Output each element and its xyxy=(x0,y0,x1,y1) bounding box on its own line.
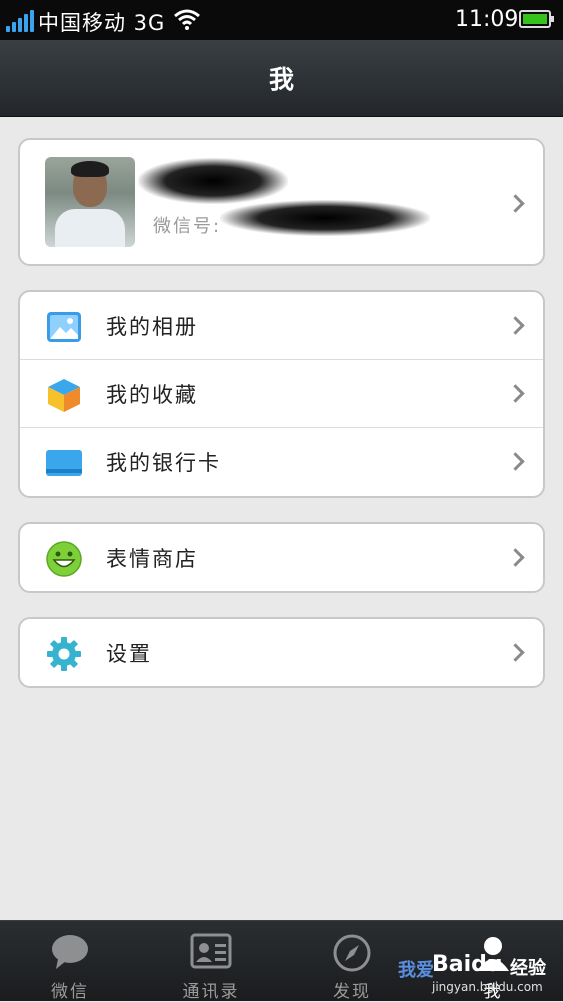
favorites-cube-icon xyxy=(48,379,80,412)
signal-strength-icon xyxy=(6,10,34,32)
menu-item-label: 我的银行卡 xyxy=(106,451,221,475)
smiley-icon xyxy=(46,541,82,577)
carrier-label: 中国移动 3G xyxy=(38,11,166,35)
menu-item-label: 表情商店 xyxy=(106,547,198,571)
menu-item-label: 我的相册 xyxy=(106,315,198,339)
chevron-right-icon xyxy=(509,197,523,211)
menu-item-album[interactable]: 我的相册 xyxy=(20,292,543,360)
title-bar: 我 xyxy=(0,40,563,117)
redacted-wechat-id xyxy=(220,200,430,236)
status-bar: 中国移动 3G 11:09 xyxy=(0,0,563,40)
chevron-right-icon xyxy=(509,455,523,469)
menu-group-sticker: 表情商店 xyxy=(18,522,545,593)
gear-icon xyxy=(47,637,81,671)
wifi-icon xyxy=(174,9,200,30)
chevron-right-icon xyxy=(509,387,523,401)
menu-item-sticker-store[interactable]: 表情商店 xyxy=(20,524,543,591)
tab-label: 微信 xyxy=(51,982,89,1002)
chevron-right-icon xyxy=(509,646,523,660)
watermark-suffix: 经验 xyxy=(510,958,546,979)
watermark-url: jingyan.baidu.com xyxy=(432,980,543,994)
tab-label: 通讯录 xyxy=(182,982,240,1002)
compass-icon xyxy=(333,934,371,972)
tab-contacts[interactable]: 通讯录 xyxy=(141,921,281,1002)
tab-chats[interactable]: 微信 xyxy=(0,921,140,1002)
bank-card-icon xyxy=(46,450,82,476)
menu-group-settings: 设置 xyxy=(18,617,545,688)
page-title: 我 xyxy=(268,65,294,94)
watermark-prefix: 我爱 xyxy=(398,960,434,981)
menu-item-label: 我的收藏 xyxy=(106,383,198,407)
menu-group-personal: 我的相册 我的收藏 我的银行卡 xyxy=(18,290,545,498)
avatar xyxy=(45,157,135,247)
chat-bubble-icon xyxy=(52,935,88,969)
menu-item-settings[interactable]: 设置 xyxy=(20,619,543,686)
menu-item-bank-card[interactable]: 我的银行卡 xyxy=(20,428,543,496)
wechat-id-label: 微信号: xyxy=(153,216,222,237)
contacts-card-icon xyxy=(190,933,232,969)
redacted-nickname xyxy=(138,158,288,204)
watermark-brand: Baidu xyxy=(432,952,503,977)
menu-item-label: 设置 xyxy=(106,642,152,666)
chevron-right-icon xyxy=(509,551,523,565)
baidu-jingyan-watermark: 我爱 Baidu 经验 jingyan.baidu.com xyxy=(398,930,563,1000)
battery-icon xyxy=(519,10,554,28)
profile-card[interactable]: 微信号: xyxy=(18,138,545,266)
clock: 11:09 xyxy=(455,7,519,32)
menu-item-favorites[interactable]: 我的收藏 xyxy=(20,360,543,428)
photo-album-icon xyxy=(47,312,81,342)
chevron-right-icon xyxy=(509,319,523,333)
